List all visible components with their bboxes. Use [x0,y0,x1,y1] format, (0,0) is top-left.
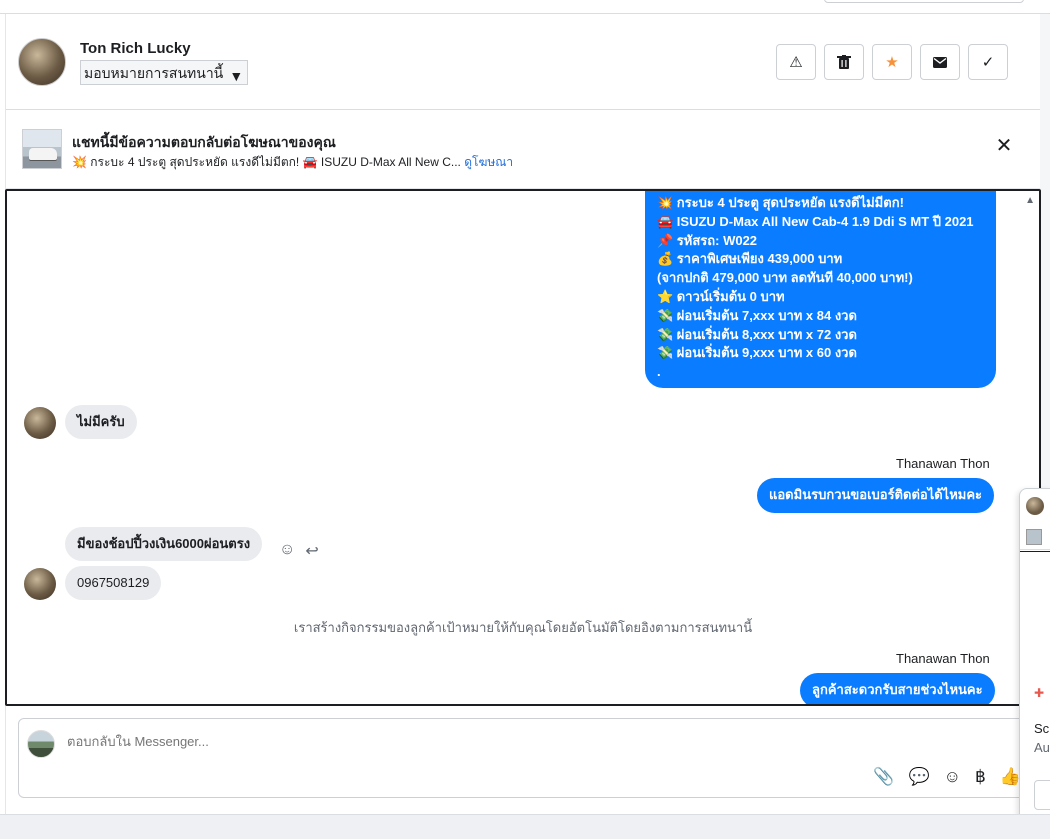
conversation-panel: Ton Rich Lucky มอบหมายการสนทนานี้ ▼ ⚠ ★ [5,14,1041,814]
warning-icon: ⚠ [789,54,803,71]
thumbs-up-icon[interactable]: 👍 [1000,767,1021,787]
emoji-icon[interactable]: ☺ [944,767,961,787]
trash-icon [837,54,851,69]
popup-text: Au [1034,740,1050,755]
ad-line: . [657,364,661,380]
saved-reply-icon[interactable]: 💬 [908,767,929,787]
star-icon: ★ [885,54,899,71]
incoming-message[interactable]: 0967508129 [65,566,162,600]
ad-line: 📌 รหัสรถ: W022 [657,232,758,248]
sender-name: Thanawan Thon [896,456,990,471]
ad-thumbnail [1026,529,1042,545]
ad-banner-subtitle: 💥 กระบะ 4 ประตู สุดประหยัด แรงดีไม่มีตก!… [72,153,513,172]
mail-icon [933,56,947,68]
avatar[interactable] [1026,497,1044,515]
popup-button[interactable] [1034,780,1050,810]
ad-line: 💰 ราคาพิเศษเพียง 439,000 บาท [657,251,843,267]
attachment-icon[interactable]: 📎 [873,767,894,787]
delete-button[interactable] [824,44,864,80]
popup-pane [1020,551,1050,671]
assign-label: มอบหมายการสนทนานี้ [84,65,224,81]
app-icon: ✚ [1034,686,1045,700]
ad-thumbnail [22,129,62,169]
page-avatar [27,730,55,758]
payment-baht-icon[interactable]: ฿ [975,767,986,787]
top-strip [0,0,1050,14]
react-icon[interactable]: ☺ [279,541,295,561]
ad-line: 💥 กระบะ 4 ประตู สุดประหยัด แรงดีไม่มีตก! [657,195,904,210]
message-tools: ☺ ↩ [279,541,319,561]
mark-unread-button[interactable] [920,44,960,80]
bottom-bar [0,814,1050,839]
lead-activity-notice: เราสร้างกิจกรรมของลูกค้าเป้าหมายให้กับคุ… [293,620,753,635]
ad-line: 💸 ผ่อนเริ่มต้น 7,xxx บาท x 84 งวด [657,307,857,323]
ad-banner-text: 💥 กระบะ 4 ประตู สุดประหยัด แรงดีไม่มีตก!… [72,155,461,169]
header-actions: ⚠ ★ ✓ [776,44,1008,80]
divider [1020,549,1050,550]
outgoing-message[interactable]: ลูกค้าสะดวกรับสายช่วงไหนคะ [800,673,995,704]
ad-banner-title: แชทนี้มีข้อความตอบกลับต่อโฆษณาของคุณ [72,134,336,150]
incoming-message[interactable]: มีของช้อปปี้วงเงิน6000ผ่อนตรง [65,527,263,561]
inbox-page: Ton Rich Lucky มอบหมายการสนทนานี้ ▼ ⚠ ★ [0,0,1050,839]
ad-line: ⭐ ดาวน์เริ่มต้น 0 บาท [657,288,785,304]
composer-toolbar: 📎 💬 ☺ ฿ 👍 [873,767,1021,787]
ad-line: 🚘 ISUZU D-Max All New Cab-4 1.9 Ddi S MT… [657,213,974,229]
message-thread[interactable]: ▲ 💥 กระบะ 4 ประตู สุดประหยัด แรงดีไม่มีต… [5,189,1041,706]
avatar[interactable] [24,568,56,600]
sender-name: Thanawan Thon [896,651,990,666]
ad-line: (จากปกติ 479,000 บาท ลดทันที 40,000 บาท!… [657,270,913,286]
contact-name[interactable]: Ton Rich Lucky [80,40,191,57]
mark-done-button[interactable]: ✓ [968,44,1008,80]
assign-conversation-dropdown[interactable]: มอบหมายการสนทนานี้ ▼ [80,60,249,85]
incoming-message[interactable]: ไม่มีครับ [65,405,137,439]
avatar[interactable] [24,407,56,439]
check-icon: ✓ [981,54,995,71]
star-button[interactable]: ★ [872,44,912,80]
ad-line: 💸 ผ่อนเริ่มต้น 8,xxx บาท x 72 งวด [657,326,857,342]
ad-reply-banner: แชทนี้มีข้อความตอบกลับต่อโฆษณาของคุณ 💥 ก… [6,110,1040,189]
chevron-down-icon: ▼ [229,68,244,84]
top-search-stub[interactable] [824,0,1024,3]
view-ad-link[interactable]: ดูโฆษณา [464,155,513,169]
conversation-header: Ton Rich Lucky มอบหมายการสนทนานี้ ▼ ⚠ ★ [6,14,1040,110]
reply-input[interactable] [67,734,967,749]
reply-icon[interactable]: ↩ [305,541,318,561]
message-composer: 📎 💬 ☺ ฿ 👍 [18,718,1030,798]
outgoing-message[interactable]: แอดมินรบกวนขอเบอร์ติดต่อได้ไหมคะ [757,478,995,513]
scroll-up-arrow-icon[interactable]: ▲ [1025,195,1035,206]
ad-message-bubble[interactable]: 💥 กระบะ 4 ประตู สุดประหยัด แรงดีไม่มีตก!… [645,191,996,388]
side-popup[interactable]: ✚ Sc Au [1019,488,1050,826]
popup-text: Sc [1034,721,1050,736]
avatar[interactable] [18,38,66,86]
close-icon[interactable]: ✕ [992,134,1016,158]
ad-line: 💸 ผ่อนเริ่มต้น 9,xxx บาท x 60 งวด [657,345,857,361]
mark-spam-button[interactable]: ⚠ [776,44,816,80]
